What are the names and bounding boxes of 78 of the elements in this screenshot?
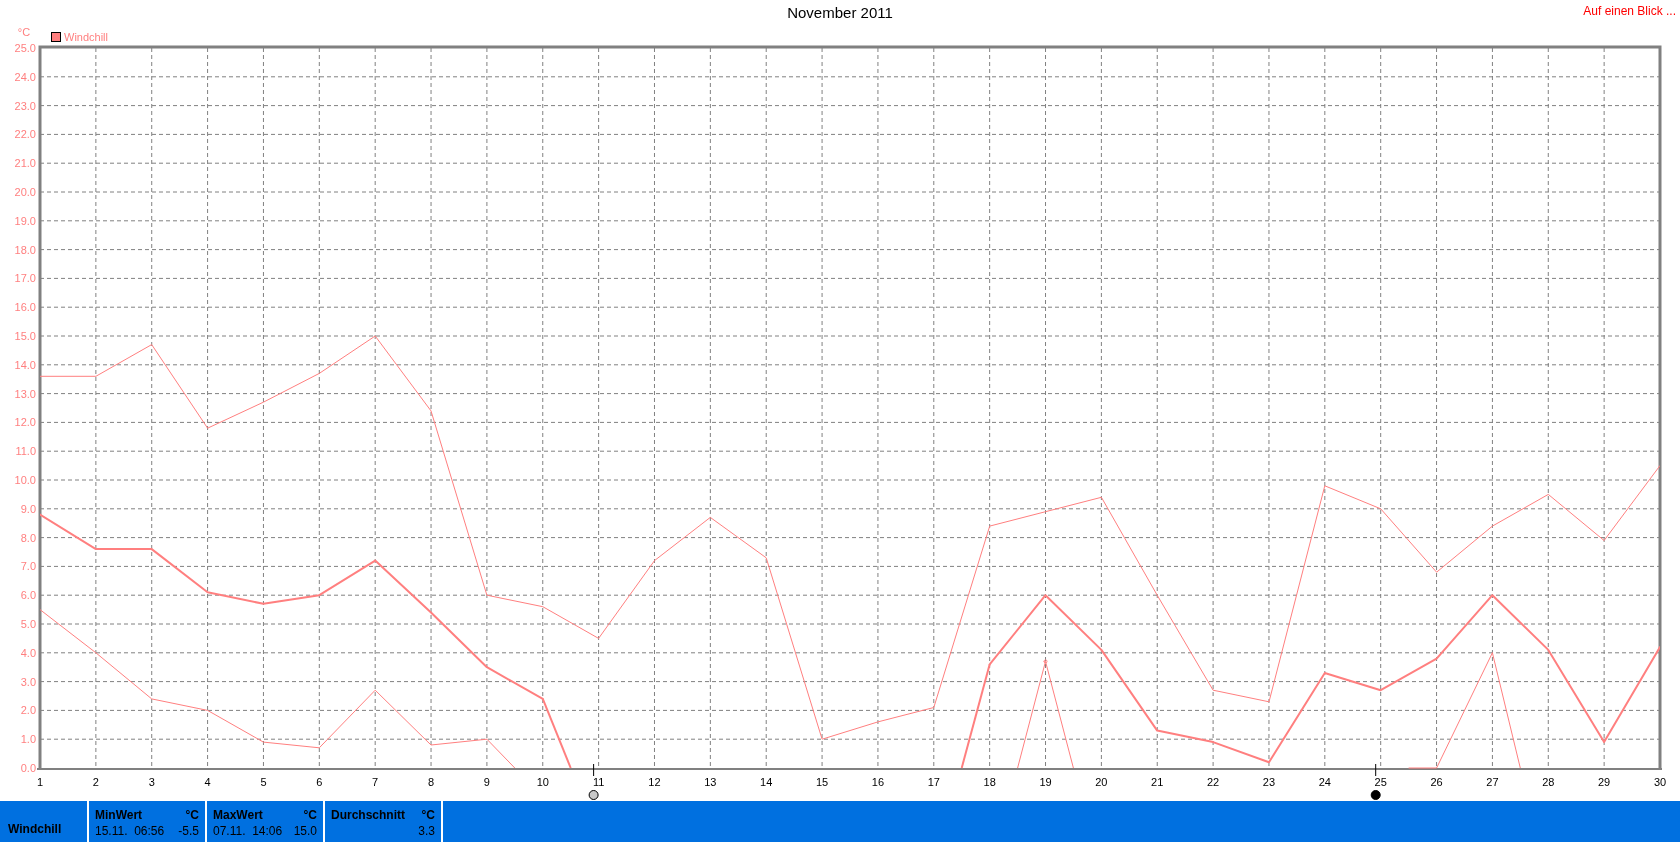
y-tick-label: 3.0 — [20, 675, 36, 688]
x-tick-label: 5 — [260, 776, 267, 788]
y-tick-label: 16.0 — [14, 301, 36, 314]
y-tick-label: 23.0 — [14, 99, 36, 112]
y-tick-label: 8.0 — [20, 531, 36, 544]
x-tick-label: 17 — [927, 776, 940, 788]
y-tick-label: 15.0 — [14, 330, 36, 342]
x-tick-label: 11 — [592, 776, 605, 788]
x-tick-label: 13 — [704, 776, 717, 788]
moon-tick-mark — [1375, 763, 1377, 777]
stat-value: 3.3 — [418, 824, 435, 838]
y-tick-label: 20.0 — [14, 186, 36, 198]
x-tick-label: 23 — [1262, 776, 1276, 788]
y-tick-label: 1.0 — [20, 733, 36, 746]
x-tick-label: 25 — [1374, 776, 1387, 788]
y-tick-label: 18.0 — [14, 243, 36, 256]
x-tick-label: 9 — [483, 776, 490, 788]
x-tick-label: 7 — [372, 776, 379, 788]
legend-label: Windchill — [64, 31, 108, 43]
x-tick-label: 2 — [92, 776, 99, 788]
y-tick-label: 0.0 — [20, 762, 36, 774]
x-tick-label: 27 — [1486, 776, 1499, 788]
x-tick-label: 29 — [1598, 776, 1611, 788]
x-tick-label: 3 — [148, 776, 155, 788]
x-tick-label: 26 — [1430, 776, 1443, 788]
off-scale-segment — [486, 738, 516, 769]
moon-tick-mark — [593, 763, 595, 777]
x-tick-label: 19 — [1039, 776, 1052, 788]
stat-title: MinWert — [95, 808, 143, 822]
y-tick-label: 9.0 — [20, 502, 36, 515]
x-tick-label: 20 — [1095, 776, 1108, 788]
stat-timestamp: 07.11. 14:06 — [213, 824, 283, 838]
stat-title: MaxWert — [213, 808, 263, 822]
y-tick-label: 11.0 — [15, 445, 36, 458]
x-tick-label: 24 — [1318, 776, 1331, 788]
x-tick-label: 21 — [1151, 776, 1164, 788]
x-tick-label: 16 — [871, 776, 885, 788]
x-tick-label: 12 — [648, 776, 661, 788]
x-tick-label: 4 — [204, 776, 211, 788]
status-label: Windchill — [8, 822, 62, 836]
y-tick-label: 10.0 — [14, 474, 36, 486]
x-tick-label: 22 — [1207, 776, 1220, 788]
x-tick-label: 30 — [1653, 776, 1667, 788]
stat-value: 15.0 — [293, 824, 317, 838]
stat-value: -5.5 — [178, 824, 199, 838]
y-tick-label: 4.0 — [20, 646, 36, 659]
y-tick-label: 6.0 — [20, 589, 36, 602]
x-tick-label: 8 — [427, 776, 435, 788]
y-tick-label: 2.0 — [20, 704, 36, 717]
x-tick-label: 15 — [815, 776, 829, 788]
off-scale-segment — [541, 697, 572, 769]
moon-icon — [588, 790, 599, 800]
moon-icon — [1370, 790, 1381, 800]
chart-title: November 2011 — [787, 3, 893, 21]
x-tick-label: 14 — [760, 776, 773, 788]
y-tick-label: 24.0 — [14, 70, 36, 83]
x-tick-label: 28 — [1542, 776, 1555, 788]
y-tick-label: 25.0 — [14, 42, 36, 54]
y-tick-label: 7.0 — [20, 560, 36, 573]
stat-title: Durchschnitt — [331, 808, 405, 822]
y-tick-label: 17.0 — [14, 272, 36, 285]
x-tick-label: 18 — [983, 776, 996, 788]
overview-link[interactable]: Auf einen Blick ... — [1583, 4, 1680, 18]
y-tick-label: 13.0 — [14, 387, 36, 400]
stat-timestamp: 15.11. 06:56 — [95, 824, 165, 838]
y-tick-label: 22.0 — [14, 128, 36, 141]
y-tick-label: 5.0 — [20, 618, 36, 630]
y-tick-label: 19.0 — [14, 214, 36, 227]
axis-unit-label: °C — [17, 26, 31, 38]
stat-unit: °C — [421, 808, 435, 822]
stat-unit: °C — [303, 808, 317, 822]
stat-unit: °C — [185, 808, 199, 822]
x-tick-label: 1 — [36, 776, 44, 788]
y-tick-label: 12.0 — [14, 416, 36, 429]
y-tick-label: 21.0 — [14, 157, 36, 170]
x-tick-label: 10 — [536, 776, 549, 788]
x-tick-label: 6 — [316, 776, 323, 788]
y-tick-label: 14.0 — [14, 358, 36, 371]
